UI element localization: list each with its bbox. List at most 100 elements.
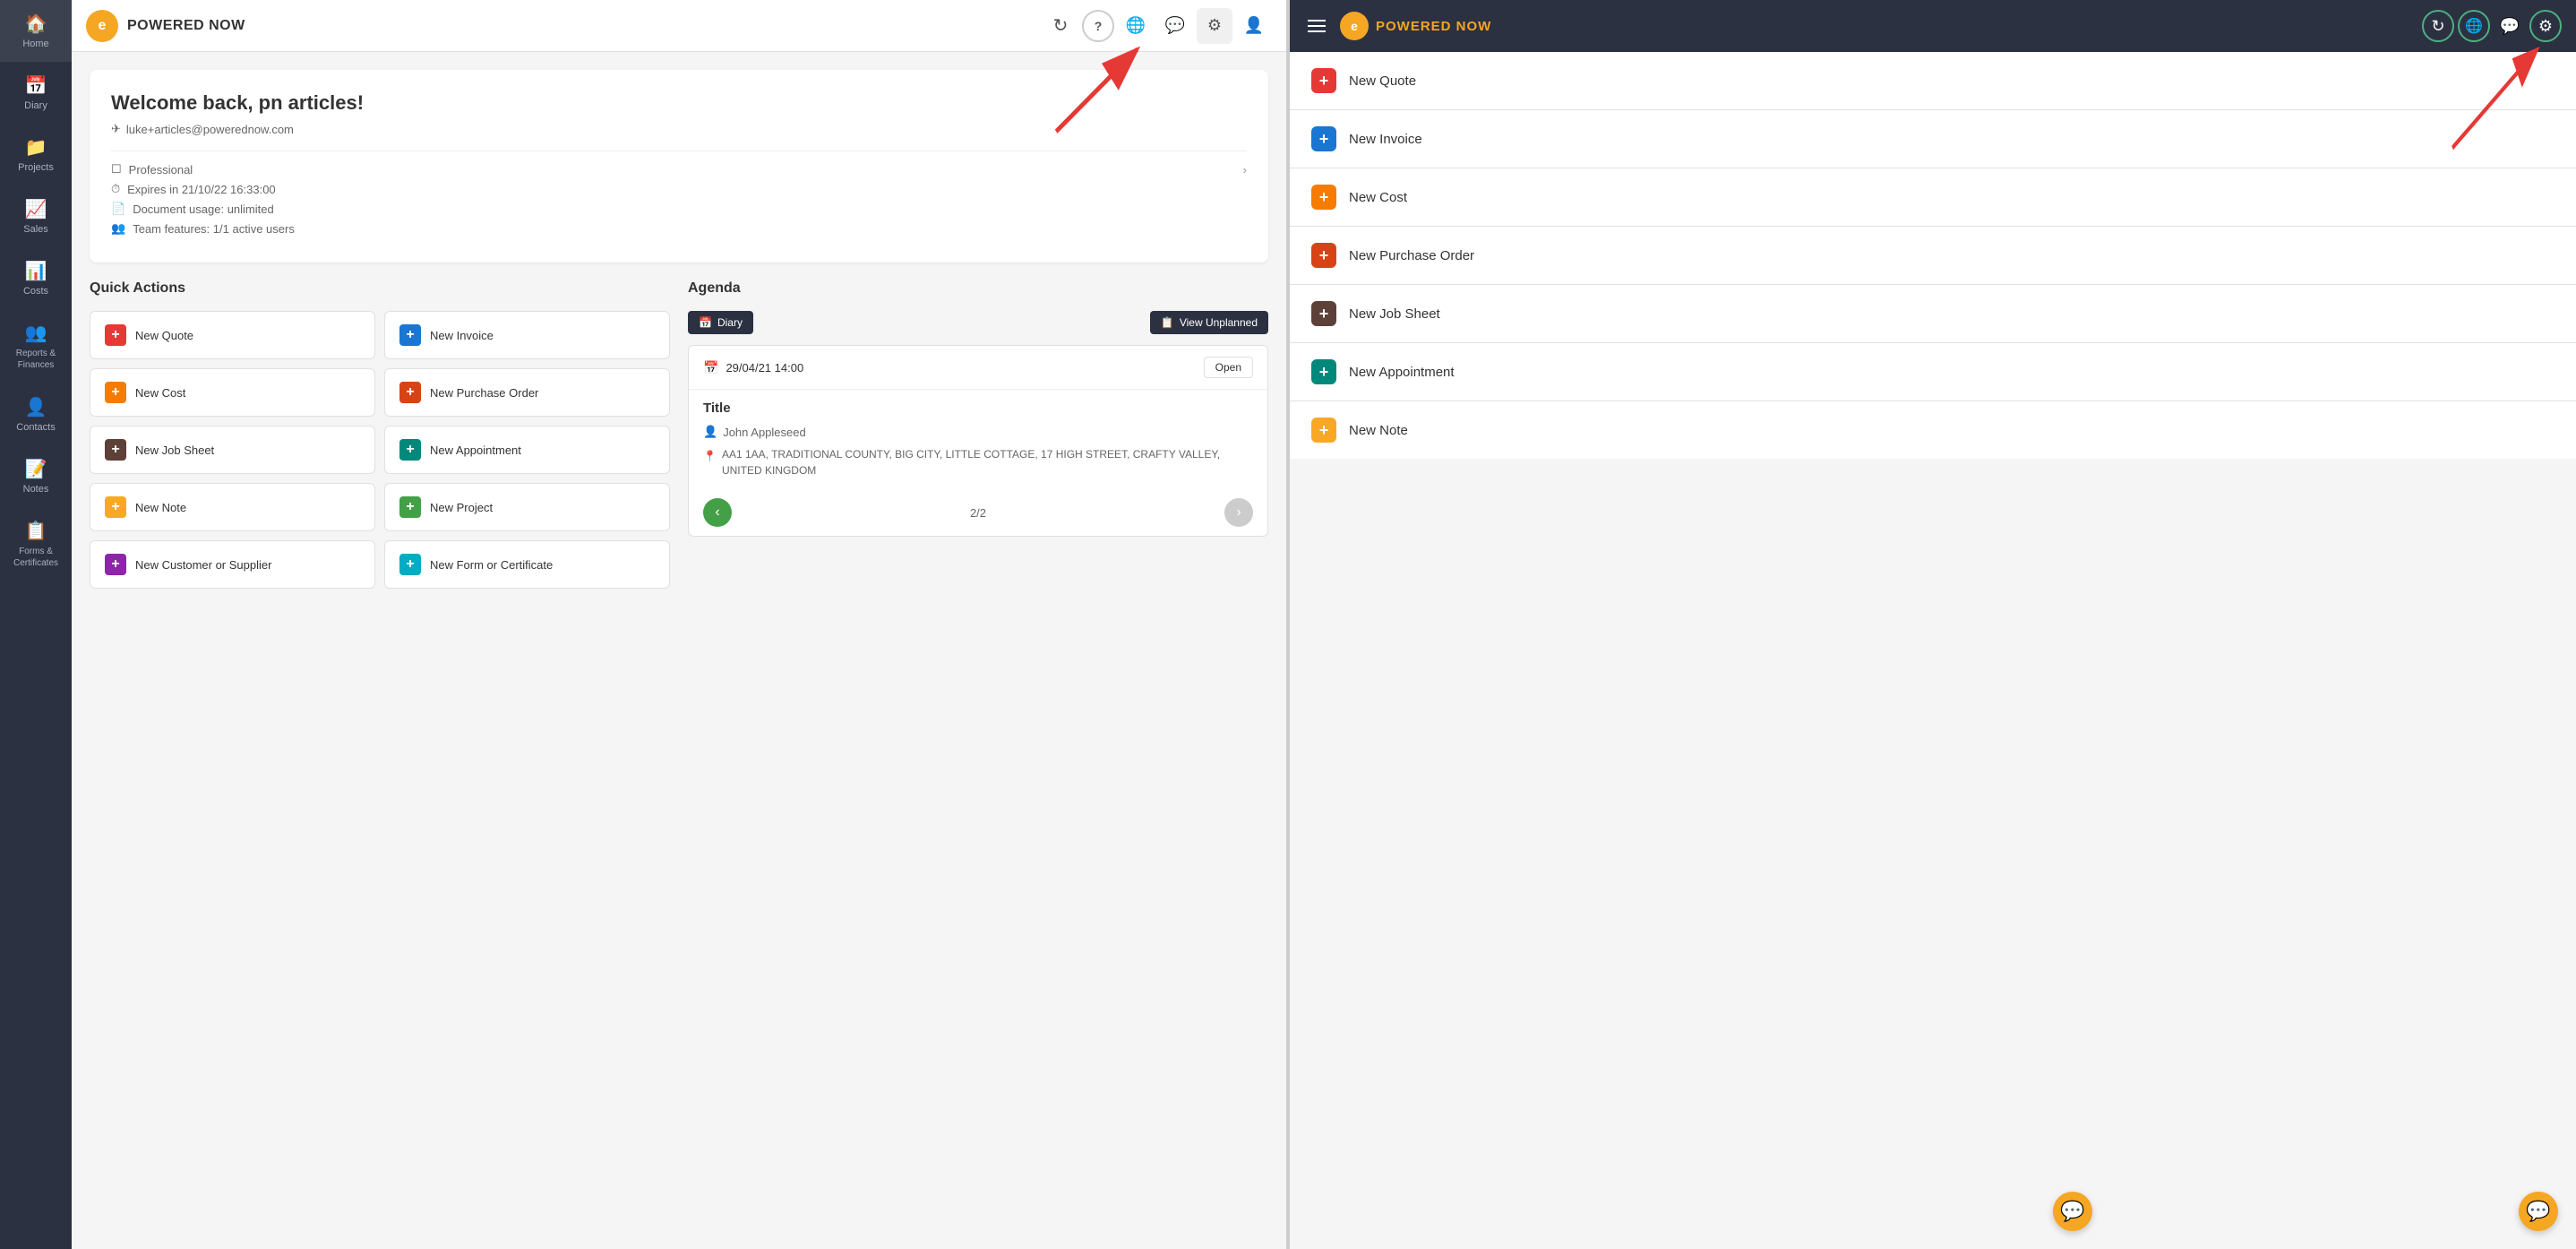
event-title: Title [703,401,1253,416]
right-sync-button[interactable]: ↻ [2422,10,2454,42]
person-icon: 👤 [703,425,717,439]
right-settings-button[interactable]: ⚙ [2529,10,2562,42]
diary-button[interactable]: 📅 Diary [688,311,753,334]
next-event-button[interactable]: › [1224,498,1253,527]
new-form-button[interactable]: + New Form or Certificate [384,540,670,589]
new-note-button[interactable]: + New Note [90,483,375,531]
location-icon: ✈ [111,122,121,136]
chat-bubble-right[interactable]: 💬 [2519,1192,2558,1231]
right-globe-button[interactable]: 🌐 [2458,10,2490,42]
sidebar-item-costs[interactable]: 📊 Costs [0,247,72,309]
quick-actions-section: Quick Actions + New Quote + New Invoice [90,280,670,589]
agenda-title: Agenda [688,280,1268,297]
plan-text: Professional [129,163,193,177]
plan-row-plan: ☐ Professional › [111,162,1247,177]
sidebar-item-forms[interactable]: 📋 Forms & Certificates [0,507,72,581]
right-new-purchase-order-icon: + [1311,243,1336,268]
right-logo-text: POWERED NOW [1376,19,1491,34]
right-new-appointment-item[interactable]: + New Appointment [1290,343,2576,401]
chat-button-top[interactable]: 💬 [1157,8,1193,44]
right-panel: e POWERED NOW ↻ 🌐 💬 ⚙ + New Quote + New … [1290,0,2576,1249]
right-new-appointment-icon: + [1311,359,1336,384]
agenda-card-header: 📅 29/04/21 14:00 Open [689,346,1267,390]
sidebar-item-sales[interactable]: 📈 Sales [0,185,72,247]
agenda-nav: ‹ 2/2 › [689,489,1267,536]
plan-row-docs: 📄 Document usage: unlimited [111,202,1247,216]
doc-icon: 📄 [111,202,125,216]
agenda-date: 📅 29/04/21 14:00 [703,360,803,375]
logo-letter: e [99,18,107,34]
agenda-card: 📅 29/04/21 14:00 Open Title 👤 [688,345,1268,537]
right-new-note-item[interactable]: + New Note [1290,401,2576,459]
sidebar-label-projects: Projects [18,162,54,173]
right-new-cost-item[interactable]: + New Cost [1290,168,2576,227]
sidebar-item-reports[interactable]: 👥 Reports & Finances [0,309,72,383]
view-unplanned-button[interactable]: 📋 View Unplanned [1150,311,1268,334]
new-customer-button[interactable]: + New Customer or Supplier [90,540,375,589]
sidebar-label-contacts: Contacts [16,422,55,433]
welcome-title: Welcome back, pn articles! [111,91,1247,115]
right-new-note-label: New Note [1349,423,1408,438]
unplanned-label: View Unplanned [1180,316,1258,329]
right-new-quote-item[interactable]: + New Quote [1290,52,2576,110]
email-text: luke+articles@powerednow.com [126,123,294,136]
sidebar-item-notes[interactable]: 📝 Notes [0,445,72,507]
event-date: 29/04/21 14:00 [726,361,803,375]
plan-row-expires: ⏱ Expires in 21/10/22 16:33:00 [111,182,1247,196]
clock-icon: ⏱ [111,182,120,196]
right-chat-button-top[interactable]: 💬 [2494,10,2526,42]
new-appointment-button[interactable]: + New Appointment [384,426,670,474]
agenda-section: Agenda 📅 Diary 📋 View Unplanned [688,280,1268,589]
right-new-invoice-item[interactable]: + New Invoice [1290,110,2576,168]
right-new-invoice-label: New Invoice [1349,132,1422,147]
new-form-icon: + [399,554,421,575]
calendar-icon: 📅 [703,360,718,375]
new-invoice-button[interactable]: + New Invoice [384,311,670,359]
new-cost-icon: + [105,382,126,403]
right-new-invoice-icon: + [1311,126,1336,151]
new-job-sheet-icon: + [105,439,126,461]
chat-bubble-left[interactable]: 💬 [2053,1192,2092,1231]
new-purchase-order-button[interactable]: + New Purchase Order [384,368,670,417]
right-new-cost-icon: + [1311,185,1336,210]
sidebar-item-diary[interactable]: 📅 Diary [0,62,72,124]
sidebar-item-contacts[interactable]: 👤 Contacts [0,383,72,445]
new-project-label: New Project [430,501,493,514]
plan-info: ☐ Professional › ⏱ Expires in 21/10/22 1… [111,151,1247,236]
right-new-purchase-order-item[interactable]: + New Purchase Order [1290,227,2576,285]
settings-button[interactable]: ⚙ [1197,8,1232,44]
new-job-sheet-button[interactable]: + New Job Sheet [90,426,375,474]
sidebar-item-projects[interactable]: 📁 Projects [0,124,72,185]
sync-button[interactable]: ↻ [1043,8,1078,44]
new-customer-label: New Customer or Supplier [135,558,271,572]
sidebar-label-forms: Forms & Certificates [7,546,64,569]
new-quote-button[interactable]: + New Quote [90,311,375,359]
right-logo-letter: e [1351,19,1358,33]
sidebar-label-home: Home [22,39,48,49]
hamburger-menu[interactable] [1304,16,1329,36]
user-button[interactable]: 👤 [1236,8,1272,44]
new-project-button[interactable]: + New Project [384,483,670,531]
new-appointment-icon: + [399,439,421,461]
sidebar-label-reports: Reports & Finances [7,348,64,371]
new-form-label: New Form or Certificate [430,558,553,572]
unplanned-icon: 📋 [1161,316,1174,329]
sidebar-item-home[interactable]: 🏠 Home [0,0,72,62]
new-project-icon: + [399,496,421,518]
prev-event-button[interactable]: ‹ [703,498,732,527]
plan-arrow-icon[interactable]: › [1243,163,1247,177]
actions-grid: + New Quote + New Invoice + New Cost [90,311,670,589]
right-logo: e POWERED NOW [1340,12,1491,40]
right-new-job-sheet-icon: + [1311,301,1336,326]
agenda-header: 📅 Diary 📋 View Unplanned [688,311,1268,334]
plan-row-team: 👥 Team features: 1/1 active users [111,221,1247,236]
open-event-button[interactable]: Open [1204,357,1253,378]
help-button[interactable]: ? [1082,10,1114,42]
sidebar: 🏠 Home 📅 Diary 📁 Projects 📈 Sales 📊 Cost… [0,0,72,1249]
new-purchase-order-icon: + [399,382,421,403]
plan-icon: ☐ [111,162,122,177]
globe-button[interactable]: 🌐 [1118,8,1154,44]
right-new-job-sheet-item[interactable]: + New Job Sheet [1290,285,2576,343]
right-new-job-sheet-label: New Job Sheet [1349,306,1440,322]
new-cost-button[interactable]: + New Cost [90,368,375,417]
